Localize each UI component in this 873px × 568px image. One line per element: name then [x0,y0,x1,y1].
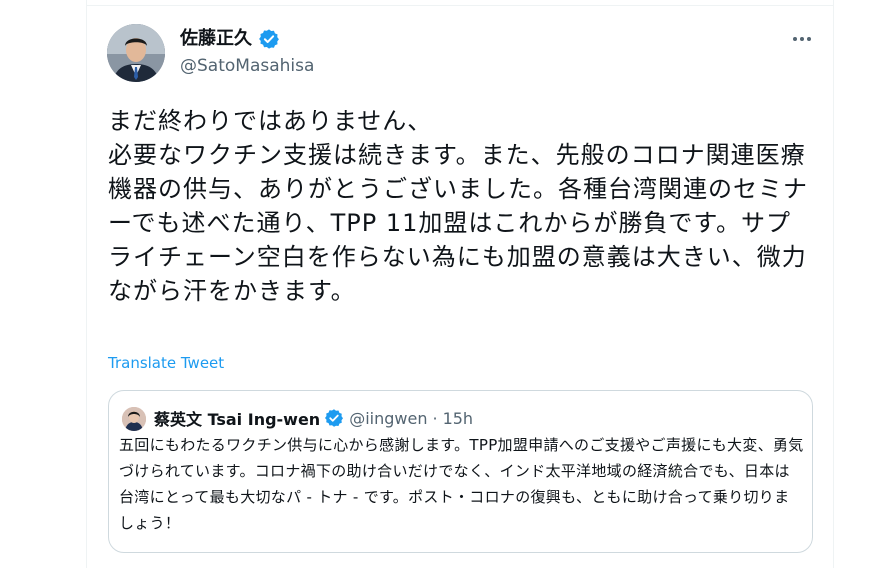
more-options-icon[interactable] [791,28,813,50]
author-avatar-image [107,24,165,82]
quoted-header: 蔡英文 Tsai Ing-wen @iingwen · 15h [154,406,473,430]
quoted-separator: · [432,408,438,428]
quoted-tweet-text: 五回にもわたるワクチン供与に心から感謝します。TPP加盟申請へのご支援やご声援に… [119,436,804,532]
quoted-author-avatar[interactable] [122,407,146,431]
quoted-avatar-image [122,407,146,431]
quoted-timestamp[interactable]: 15h [443,409,474,428]
author-avatar[interactable] [107,24,165,82]
quoted-author-handle[interactable]: @iingwen [349,409,427,428]
author-name-row: 佐藤正久 [180,26,280,52]
quoted-tweet[interactable]: 蔡英文 Tsai Ing-wen @iingwen · 15h 五回にもわたるワ… [108,390,813,553]
tweet-text: まだ終わりではありません、 必要なワクチン支援は続きます。また、先般のコロナ関連医… [108,107,808,305]
quoted-author-name[interactable]: 蔡英文 Tsai Ing-wen [154,406,320,430]
verified-badge-icon [324,408,344,428]
translate-tweet-link[interactable]: Translate Tweet [108,353,224,373]
author-handle[interactable]: @SatoMasahisa [180,55,314,77]
verified-badge-icon [258,28,280,50]
author-name[interactable]: 佐藤正久 [180,26,252,52]
